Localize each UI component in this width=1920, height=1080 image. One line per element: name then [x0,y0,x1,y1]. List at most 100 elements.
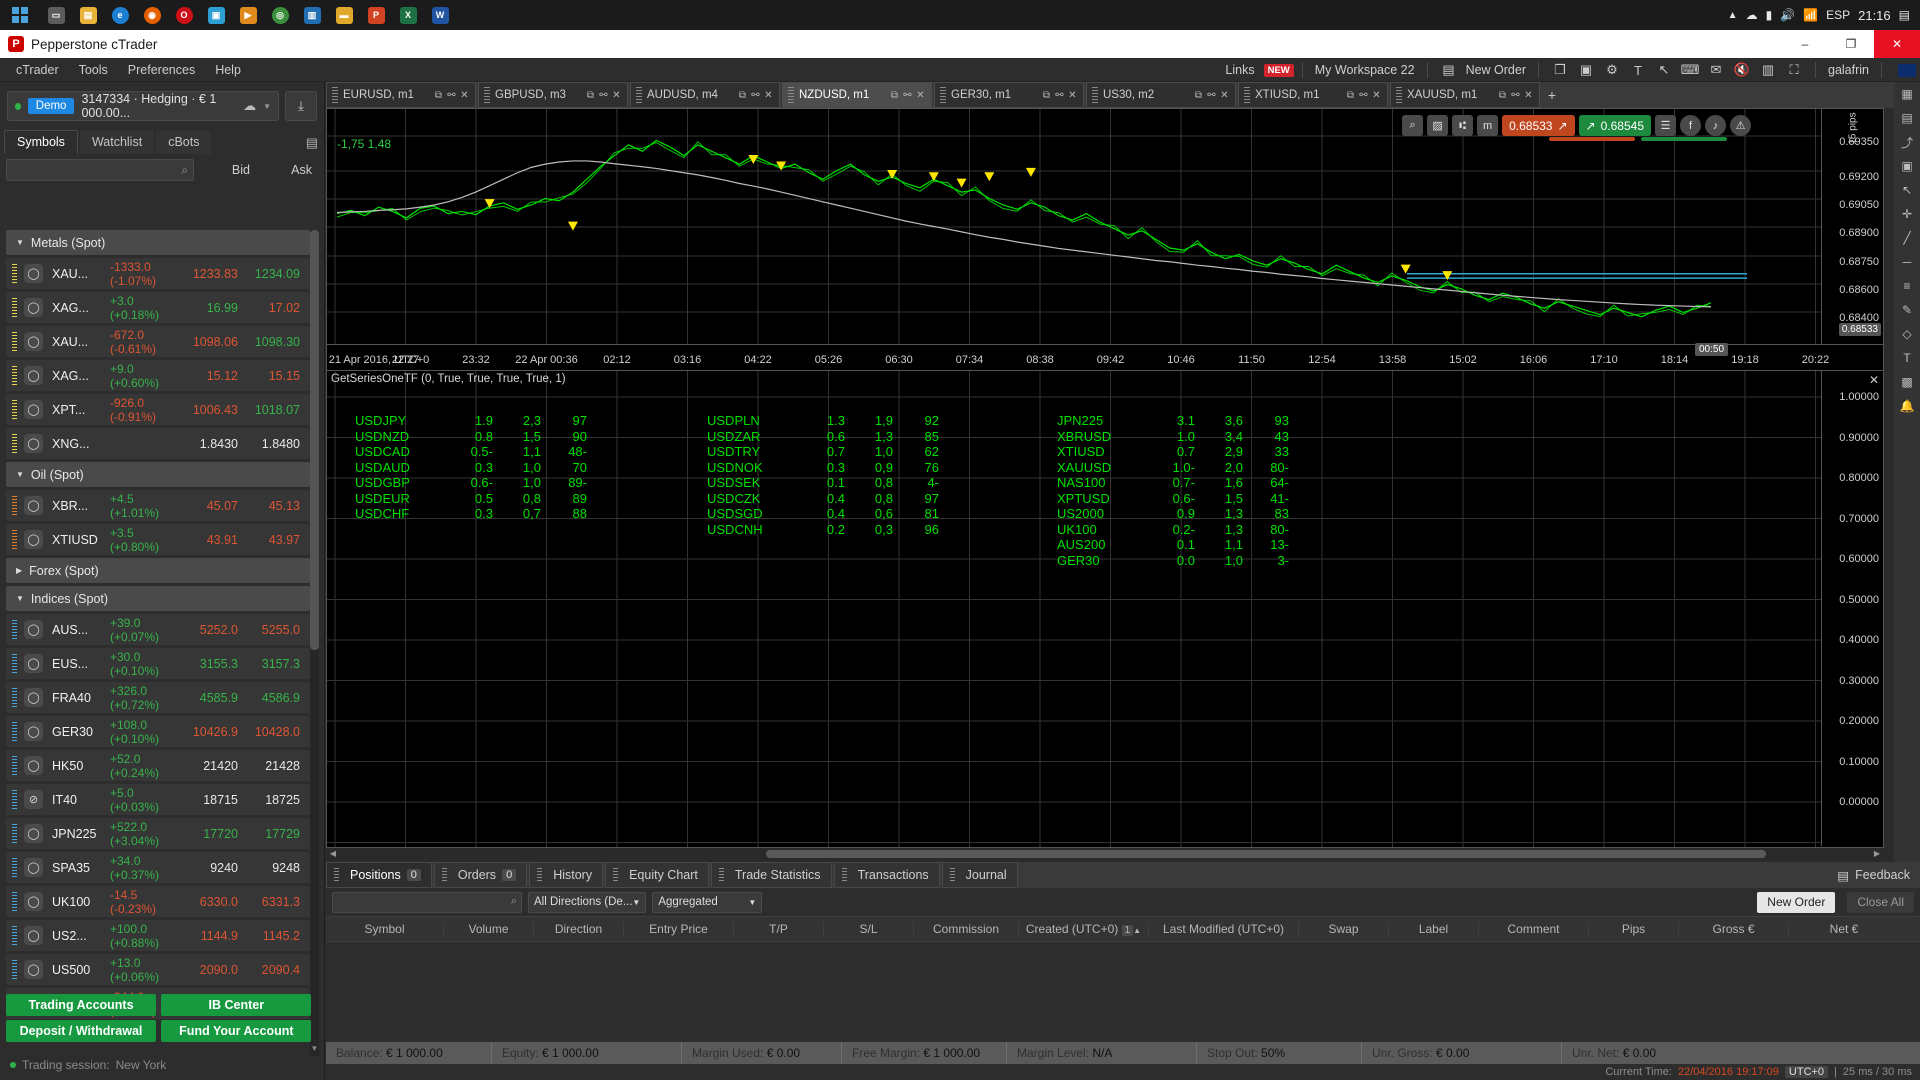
symbol-group-header[interactable]: ▼ Oil (Spot) [6,462,310,487]
close-all-button[interactable]: Close All [1847,891,1914,913]
store-icon[interactable]: ▥ [297,1,327,29]
symbol-group-header[interactable]: ▼ Metals (Spot) [6,230,310,255]
symbol-ask[interactable]: 1234.09 [242,267,304,281]
feedback-button[interactable]: ▤ Feedback [1827,862,1920,888]
indicator-icon[interactable]: ⑆ [1452,115,1474,136]
chart-scrollbar-thumb[interactable] [766,850,1766,858]
drag-handle-icon[interactable] [1396,87,1402,103]
scroll-right-arrow-icon[interactable]: ▶ [1870,848,1884,860]
menu-item-help[interactable]: Help [205,61,251,79]
keyboard-icon[interactable]: ⌨ [1677,59,1703,81]
symbol-ask[interactable]: 45.13 [242,499,304,513]
chart-tab[interactable]: US30, m2 ⧉ ⚯ ✕ [1086,82,1236,108]
tray-chevron-icon[interactable]: ▲ [1728,10,1738,21]
symbol-bid[interactable]: 45.07 [180,499,242,513]
drag-handle-icon[interactable] [12,891,17,912]
mute-icon[interactable]: 🔇 [1729,59,1755,81]
tradable-icon[interactable]: ◯ [24,858,43,877]
bottom-tab[interactable]: Orders 0 [433,862,528,888]
bottom-tab[interactable]: Equity Chart [605,862,709,888]
text-tool-icon[interactable]: T [1625,59,1651,81]
tradable-icon[interactable]: ◯ [24,892,43,911]
price-axis[interactable]: 15 pips 0.69350 0.69200 0.69050 0.68900 0.68… [1821,109,1883,344]
symbol-ask[interactable]: 1098.30 [242,335,304,349]
close-icon[interactable]: ✕ [458,90,471,101]
symbol-ask[interactable]: 21428 [242,759,304,773]
tradable-icon[interactable]: ◯ [24,332,43,351]
workspace-selector[interactable]: My Workspace 22 [1311,63,1419,77]
detach-icon[interactable]: ⧉ [736,90,749,101]
symbol-ask[interactable]: 17.02 [242,301,304,315]
tradable-icon[interactable]: ◯ [24,366,43,385]
close-button[interactable]: ✕ [1874,30,1920,58]
video-help-icon[interactable]: ▣ [1573,59,1599,81]
username-label[interactable]: galafrin [1824,63,1873,77]
checklist-icon[interactable]: ☰ [1655,115,1676,136]
detach-icon[interactable]: ⧉ [584,90,597,101]
link-icon[interactable]: ⚯ [901,90,914,101]
tradable-icon[interactable]: ◯ [24,264,43,283]
symbol-ask[interactable]: 3157.3 [242,657,304,671]
symbol-list-scrollbar[interactable]: ▼ [310,230,319,1056]
symbol-bid[interactable]: 2090.0 [180,963,242,977]
tab-watchlist[interactable]: Watchlist [79,131,155,154]
file-explorer-icon[interactable]: ▤ [73,1,103,29]
bottom-tab[interactable]: Positions 0 [326,862,432,888]
direction-filter-dropdown[interactable]: All Directions (De... ▼ [528,891,647,913]
photos-icon[interactable]: ▣ [201,1,231,29]
drag-handle-icon[interactable] [332,87,338,103]
tradable-icon[interactable]: ◯ [24,434,43,453]
symbol-ask[interactable]: 1.8480 [242,437,304,451]
symbol-bid[interactable]: 1.8430 [180,437,242,451]
pointer-settings-icon[interactable]: ↖ [1651,59,1677,81]
drag-handle-icon[interactable] [12,687,17,708]
alert-icon[interactable]: ⚠ [1730,115,1751,136]
tradable-icon[interactable]: ◯ [24,722,43,741]
tradable-icon[interactable]: ◯ [24,400,43,419]
table-column-header[interactable]: Volume [444,922,534,936]
mail-icon[interactable]: ✉ [1703,59,1729,81]
chart-tab[interactable]: AUDUSD, m4 ⧉ ⚯ ✕ [630,82,780,108]
timezone-selector[interactable]: UTC+0 [1784,1066,1829,1078]
drag-handle-icon[interactable] [537,867,543,883]
drag-handle-icon[interactable] [12,857,17,878]
symbol-ask[interactable]: 15.15 [242,369,304,383]
menu-item-ctrader[interactable]: cTrader [6,61,69,79]
table-column-header[interactable]: Created (UTC+0) 1 ▲ [1019,922,1149,936]
search-input[interactable] [7,160,193,180]
symbol-bid[interactable]: 9240 [180,861,242,875]
chevron-down-icon[interactable]: ▼ [263,102,271,111]
minimize-button[interactable]: – [1782,30,1828,58]
symbol-row[interactable]: ◯ AUS... +39.0 (+0.07%) 5252.0 5255.0 [6,614,310,645]
tray-language[interactable]: ESP [1826,8,1850,22]
positions-search-wrapper[interactable]: ⌕ [332,891,522,913]
link-icon[interactable]: ⚯ [1357,90,1370,101]
chart-tab[interactable]: GER30, m1 ⧉ ⚯ ✕ [934,82,1084,108]
download-icon[interactable]: ⤓ [285,91,317,121]
symbol-row[interactable]: ◯ XAU... -672.0 (-0.61%) 1098.06 1098.30 [6,326,310,357]
detach-icon[interactable]: ⧉ [1344,90,1357,101]
symbol-bid[interactable]: 10426.9 [180,725,242,739]
drag-handle-icon[interactable] [12,495,17,516]
table-column-header[interactable]: Last Modified (UTC+0) [1149,922,1299,936]
symbol-row[interactable]: ◯ HK50 +52.0 (+0.24%) 21420 21428 [6,750,310,781]
copy-icon[interactable]: ❐ [1547,59,1573,81]
drag-handle-icon[interactable] [841,867,847,883]
table-column-header[interactable]: S/L [824,922,914,936]
windows-start-button[interactable] [0,0,40,30]
scrollbar-thumb[interactable] [310,230,319,650]
tradable-icon[interactable]: ◯ [24,926,43,945]
crosshair-settings-icon[interactable]: ▨ [1427,115,1449,136]
table-column-header[interactable]: Commission [914,922,1019,936]
tray-network-icon[interactable]: 📶 [1803,8,1818,22]
symbol-ask[interactable]: 18725 [242,793,304,807]
bottom-tab[interactable]: History [529,862,604,888]
symbol-row[interactable]: ◯ XNG... 1.8430 1.8480 [6,428,310,459]
symbol-bid[interactable]: 15.12 [180,369,242,383]
tray-battery-icon[interactable]: ▮ [1766,8,1773,22]
maximize-button[interactable]: ❐ [1828,30,1874,58]
drag-handle-icon[interactable] [12,263,17,284]
horizontal-line-icon[interactable]: ─ [1894,250,1920,274]
symbol-ask[interactable]: 5255.0 [242,623,304,637]
tradable-icon[interactable]: ◯ [24,496,43,515]
